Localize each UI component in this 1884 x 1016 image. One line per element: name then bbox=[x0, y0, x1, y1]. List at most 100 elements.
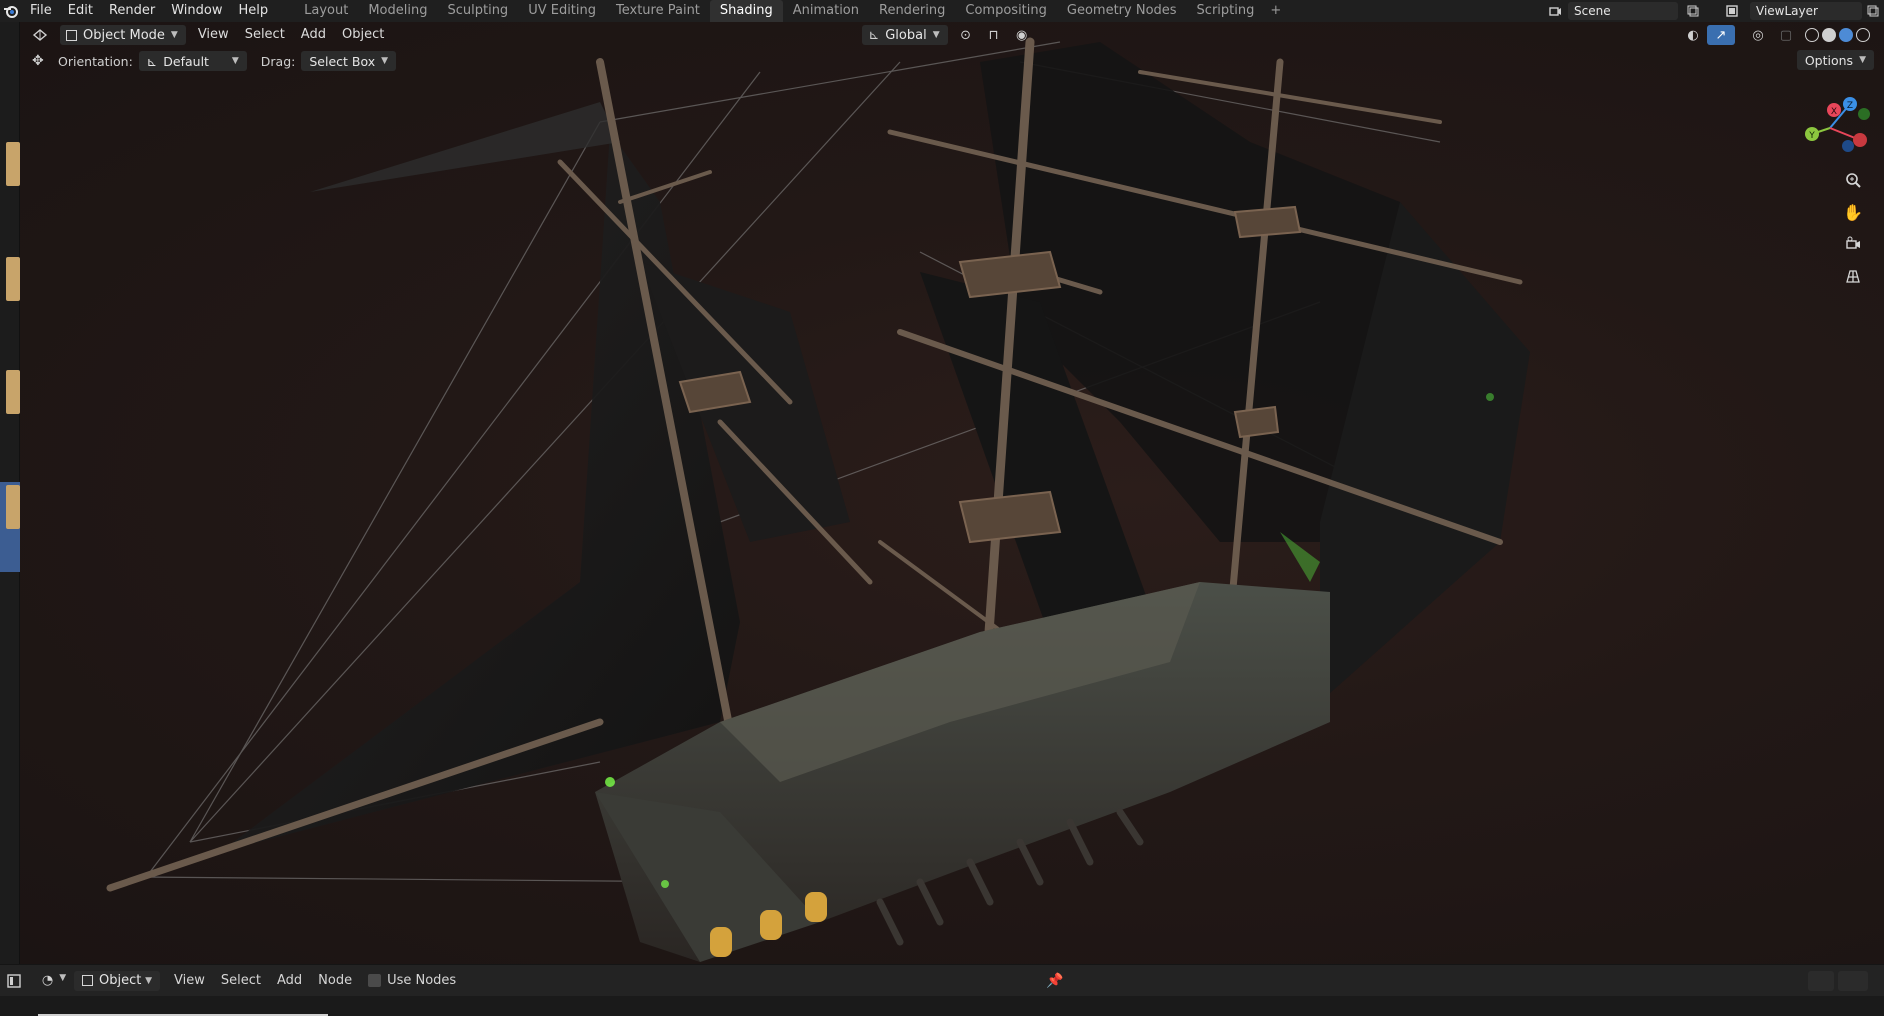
xray-icon[interactable]: ▢ bbox=[1773, 28, 1799, 43]
menu-help[interactable]: Help bbox=[231, 0, 277, 22]
orientation-axis-icon: ⊾ bbox=[146, 53, 158, 69]
tab-modeling[interactable]: Modeling bbox=[358, 0, 437, 22]
workspace-tabs: Layout Modeling Sculpting UV Editing Tex… bbox=[294, 0, 1287, 22]
tab-animation[interactable]: Animation bbox=[783, 0, 869, 22]
object-mode-icon bbox=[66, 29, 77, 41]
tool-chip[interactable] bbox=[6, 257, 20, 301]
pivot-icon[interactable]: ⊙ bbox=[952, 28, 980, 43]
ship-scene bbox=[106, 37, 1530, 962]
chevron-down-icon: ▼ bbox=[1859, 55, 1866, 65]
tab-shading[interactable]: Shading bbox=[709, 0, 783, 22]
snap-icon[interactable]: ⊓ bbox=[980, 28, 1008, 43]
3d-viewport[interactable]: Object Mode ▼ View Select Add Object ⊾ G… bbox=[20, 22, 1884, 964]
scene-field[interactable]: Scene bbox=[1568, 2, 1678, 20]
topbar-right: Scene ViewLayer bbox=[1542, 0, 1884, 22]
tab-geometry-nodes[interactable]: Geometry Nodes bbox=[1057, 0, 1187, 22]
top-menu-bar: File Edit Render Window Help Layout Mode… bbox=[0, 0, 1884, 22]
navigation-buttons: ✋ bbox=[1840, 167, 1866, 289]
tool-chip[interactable] bbox=[6, 142, 20, 186]
gizmo-y-label: Y bbox=[1808, 131, 1815, 141]
scene-icon[interactable] bbox=[1542, 4, 1568, 18]
viewport-menu-add[interactable]: Add bbox=[293, 22, 334, 48]
transform-orientation-dropdown[interactable]: ⊾ Global ▼ bbox=[862, 25, 948, 45]
object-mode-label: Object Mode bbox=[83, 27, 165, 43]
new-scene-icon[interactable] bbox=[1682, 5, 1704, 17]
blender-logo-icon[interactable] bbox=[0, 0, 22, 22]
move-tool-icon[interactable]: ✥ bbox=[32, 53, 52, 69]
options-label: Options bbox=[1804, 52, 1854, 68]
chevron-down-icon: ▼ bbox=[170, 30, 178, 40]
menu-file[interactable]: File bbox=[22, 0, 60, 22]
proportional-edit-icon[interactable]: ◉ bbox=[1008, 28, 1036, 43]
tab-texture-paint[interactable]: Texture Paint bbox=[606, 0, 710, 22]
tab-scripting[interactable]: Scripting bbox=[1187, 0, 1265, 22]
drag-value: Select Box bbox=[309, 53, 376, 69]
chevron-down-icon: ▼ bbox=[231, 56, 239, 66]
tab-layout[interactable]: Layout bbox=[294, 0, 358, 22]
menu-render[interactable]: Render bbox=[101, 0, 163, 22]
gizmo-z-label: Z bbox=[1847, 101, 1853, 111]
orientation-value: Default bbox=[163, 53, 209, 69]
camera-icon[interactable] bbox=[1840, 231, 1866, 257]
shader-editor-type-icon[interactable]: ◔ ▼ bbox=[34, 973, 74, 988]
chevron-down-icon: ▼ bbox=[145, 975, 152, 986]
scene-name: Scene bbox=[1574, 4, 1611, 18]
chevron-down-icon: ▼ bbox=[381, 56, 389, 66]
orientation-label: Orientation: bbox=[58, 53, 133, 69]
viewport-menu-select[interactable]: Select bbox=[237, 22, 293, 48]
menu-window[interactable]: Window bbox=[163, 0, 230, 22]
overlay-toggle-icon[interactable]: ◎ bbox=[1743, 28, 1773, 43]
shader-type-label: Object bbox=[99, 973, 142, 988]
editor-type-icon[interactable] bbox=[20, 28, 60, 42]
view-layer-field[interactable]: ViewLayer bbox=[1750, 2, 1862, 20]
node-menu-node[interactable]: Node bbox=[310, 973, 360, 988]
drag-dropdown[interactable]: Select Box ▼ bbox=[301, 51, 397, 71]
object-mode-dropdown[interactable]: Object Mode ▼ bbox=[60, 25, 186, 45]
global-axis-icon: ⊾ bbox=[868, 27, 880, 43]
tool-chip[interactable] bbox=[6, 485, 20, 529]
object-icon bbox=[82, 975, 93, 986]
tab-compositing[interactable]: Compositing bbox=[955, 0, 1057, 22]
shader-type-dropdown[interactable]: Object ▼ bbox=[74, 970, 160, 991]
status-bar bbox=[0, 996, 1884, 1016]
hand-pan-icon[interactable]: ✋ bbox=[1840, 199, 1866, 225]
shading-icon[interactable] bbox=[1805, 28, 1870, 42]
zoom-icon[interactable] bbox=[1840, 167, 1866, 193]
backdrop-icon[interactable] bbox=[1808, 970, 1834, 991]
menu-edit[interactable]: Edit bbox=[60, 0, 101, 22]
tab-rendering[interactable]: Rendering bbox=[869, 0, 955, 22]
viewport-header: Object Mode ▼ View Select Add Object ⊾ G… bbox=[20, 22, 1884, 48]
node-menu-view[interactable]: View bbox=[166, 973, 213, 988]
orientation-dropdown[interactable]: ⊾ Default ▼ bbox=[138, 51, 247, 71]
node-menu-add[interactable]: Add bbox=[269, 973, 310, 988]
use-nodes-toggle[interactable]: Use Nodes bbox=[360, 973, 464, 988]
view-layer-name: ViewLayer bbox=[1756, 4, 1818, 18]
transform-orientation-label: Global bbox=[885, 27, 927, 43]
node-menu-select[interactable]: Select bbox=[213, 973, 269, 988]
pin-icon[interactable]: 📌 bbox=[1046, 973, 1063, 989]
view-layer-icon[interactable] bbox=[1716, 4, 1750, 18]
main-menu: File Edit Render Window Help bbox=[22, 0, 276, 22]
tool-settings-bar: ✥ Orientation: ⊾ Default ▼ Drag: Select … bbox=[32, 50, 397, 72]
gizmo-x-label: X bbox=[1831, 107, 1837, 117]
grid-icon[interactable] bbox=[1840, 263, 1866, 289]
chevron-down-icon: ▼ bbox=[932, 30, 940, 40]
new-view-layer-icon[interactable] bbox=[1862, 5, 1884, 17]
tab-uv-editing[interactable]: UV Editing bbox=[518, 0, 606, 22]
add-workspace-button[interactable]: + bbox=[1264, 0, 1287, 22]
editor-panel-icon[interactable] bbox=[2, 971, 26, 991]
gizmo-toggle-icon[interactable]: ↗ bbox=[1707, 25, 1735, 45]
use-nodes-label: Use Nodes bbox=[387, 973, 457, 988]
use-nodes-checkbox[interactable] bbox=[368, 974, 382, 987]
overlay-node-icon[interactable] bbox=[1838, 970, 1868, 991]
tool-chip[interactable] bbox=[6, 370, 20, 414]
tab-sculpting[interactable]: Sculpting bbox=[437, 0, 518, 22]
navigation-gizmo-icon[interactable]: X Z Y bbox=[1790, 88, 1870, 168]
node-editor-header: ◔ ▼ Object ▼ View Select Add Node Use No… bbox=[0, 964, 1884, 996]
viewport-menu-object[interactable]: Object bbox=[334, 22, 392, 48]
left-toolbar bbox=[0, 22, 20, 964]
drag-label: Drag: bbox=[260, 53, 296, 69]
options-button[interactable]: Options ▼ bbox=[1796, 50, 1874, 70]
viewport-menu-view[interactable]: View bbox=[190, 22, 237, 48]
visibility-icon[interactable]: ◐ bbox=[1679, 28, 1707, 43]
